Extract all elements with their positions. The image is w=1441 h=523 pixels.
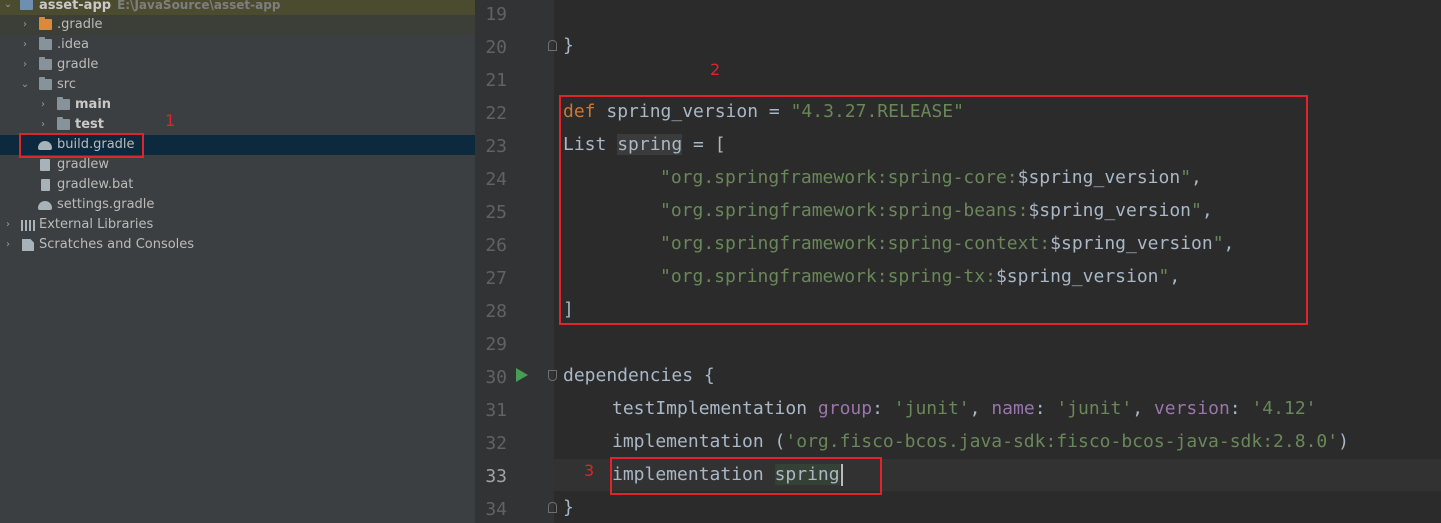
- folder-icon: [57, 97, 70, 110]
- annotation-box-1: [19, 133, 144, 158]
- tree-item-test[interactable]: › test: [0, 115, 475, 135]
- chevron-right-icon[interactable]: ›: [38, 120, 48, 130]
- chevron-down-icon[interactable]: ⌄: [20, 80, 30, 90]
- fold-end-icon[interactable]: [548, 502, 557, 513]
- code-token: ): [1338, 431, 1349, 452]
- code-token: ,: [969, 398, 992, 419]
- annotation-box-2: [559, 95, 1308, 325]
- annotation-number-2: 2: [710, 60, 721, 79]
- line-number: 22: [485, 103, 507, 124]
- line-number: 31: [485, 400, 507, 421]
- code-token-named-arg: version: [1153, 398, 1230, 419]
- chevron-right-icon[interactable]: ›: [3, 220, 13, 230]
- tree-item-label: .idea: [57, 37, 89, 52]
- chevron-right-icon[interactable]: ›: [20, 60, 30, 70]
- tree-item-label: Scratches and Consoles: [39, 237, 195, 252]
- line-number: 19: [485, 4, 507, 25]
- line-number: 20: [485, 37, 507, 58]
- root-name: asset-app: [39, 0, 112, 13]
- root-path: E:\JavaSource\asset-app: [117, 0, 281, 12]
- tree-root-asset-app[interactable]: ⌄ asset-app E:\JavaSource\asset-app: [0, 0, 475, 15]
- tree-item-label: test: [75, 117, 104, 132]
- tree-item-external-libraries[interactable]: › External Libraries: [0, 215, 475, 235]
- folder-icon: [20, 0, 33, 10]
- line-number: 25: [485, 202, 507, 223]
- tree-item-label: gradle: [57, 57, 99, 72]
- line-number: 21: [485, 70, 507, 91]
- tree-item-idea[interactable]: › .idea: [0, 35, 475, 55]
- tree-item-label: gradlew: [57, 157, 110, 172]
- code-token-string: 'org.fisco-bcos.java-sdk:fisco-bcos-java…: [785, 431, 1339, 452]
- line-number: 34: [485, 499, 507, 520]
- tree-item-dot-gradle[interactable]: › .gradle: [0, 15, 475, 35]
- folder-icon: [39, 37, 52, 50]
- folder-icon: [39, 17, 52, 30]
- tree-item-scratches[interactable]: › Scratches and Consoles: [0, 235, 475, 255]
- line-number: 24: [485, 169, 507, 190]
- code-token: :: [1034, 398, 1057, 419]
- line-number: 32: [485, 433, 507, 454]
- tree-item-label: .gradle: [57, 17, 103, 32]
- code-line-31[interactable]: testImplementation group: 'junit', name:…: [612, 397, 1317, 421]
- folder-icon: [57, 117, 70, 130]
- code-token-string: '4.12': [1251, 398, 1317, 419]
- chevron-right-icon[interactable]: ›: [3, 240, 13, 250]
- code-token: }: [563, 35, 574, 56]
- tree-item-gradlew[interactable]: gradlew: [0, 155, 475, 175]
- folder-icon: [39, 57, 52, 70]
- code-line-34[interactable]: }: [563, 496, 574, 520]
- code-token: dependencies {: [563, 365, 715, 386]
- chevron-right-icon[interactable]: ›: [38, 100, 48, 110]
- folder-icon: [39, 77, 52, 90]
- code-token-string: 'junit': [893, 398, 970, 419]
- code-token: :: [1229, 398, 1252, 419]
- code-token-named-arg: name: [991, 398, 1035, 419]
- tree-item-gradle[interactable]: › gradle: [0, 55, 475, 75]
- code-token: }: [563, 497, 574, 518]
- line-number: 27: [485, 268, 507, 289]
- tree-item-label: settings.gradle: [57, 197, 155, 212]
- line-number: 29: [485, 334, 507, 355]
- code-line-20[interactable]: }: [563, 34, 574, 58]
- code-line-32[interactable]: implementation ('org.fisco-bcos.java-sdk…: [612, 430, 1349, 454]
- chevron-right-icon[interactable]: ›: [20, 20, 30, 30]
- annotation-number-3: 3: [584, 461, 595, 480]
- tree-item-label: gradlew.bat: [57, 177, 134, 192]
- line-number: 26: [485, 235, 507, 256]
- tree-item-main[interactable]: › main: [0, 95, 475, 115]
- code-token-string: 'junit': [1056, 398, 1133, 419]
- code-token: :: [872, 398, 894, 419]
- tree-item-label: main: [75, 97, 112, 112]
- tree-item-src[interactable]: ⌄ src: [0, 75, 475, 95]
- line-number: 30: [485, 367, 507, 388]
- tree-item-gradlew-bat[interactable]: gradlew.bat: [0, 175, 475, 195]
- code-token: testImplementation: [612, 398, 818, 419]
- fold-end-icon[interactable]: [548, 40, 557, 51]
- annotation-box-3: [610, 457, 882, 495]
- tree-item-label: src: [57, 77, 76, 92]
- text-file-icon: [41, 179, 50, 191]
- code-token: ,: [1132, 398, 1154, 419]
- chevron-right-icon[interactable]: ›: [20, 40, 30, 50]
- tree-item-settings-gradle[interactable]: settings.gradle: [0, 195, 475, 215]
- line-number: 28: [485, 301, 507, 322]
- annotation-number-1: 1: [165, 111, 176, 130]
- code-token: implementation (: [612, 431, 786, 452]
- chevron-down-icon[interactable]: ⌄: [3, 0, 13, 10]
- run-gutter-icon[interactable]: [516, 368, 528, 382]
- fold-start-icon[interactable]: [548, 370, 557, 381]
- project-tool-window: ⌄ asset-app E:\JavaSource\asset-app › .gr…: [0, 0, 475, 523]
- code-token-named-arg: group: [817, 398, 873, 419]
- tree-item-label: External Libraries: [39, 217, 154, 232]
- gradle-elephant-icon: [38, 201, 52, 210]
- line-number-current: 33: [485, 466, 507, 487]
- code-line-30[interactable]: dependencies {: [563, 364, 715, 388]
- terminal-file-icon: [40, 159, 50, 171]
- scratch-icon: [22, 239, 34, 251]
- line-number: 23: [485, 136, 507, 157]
- library-icon: [21, 220, 35, 231]
